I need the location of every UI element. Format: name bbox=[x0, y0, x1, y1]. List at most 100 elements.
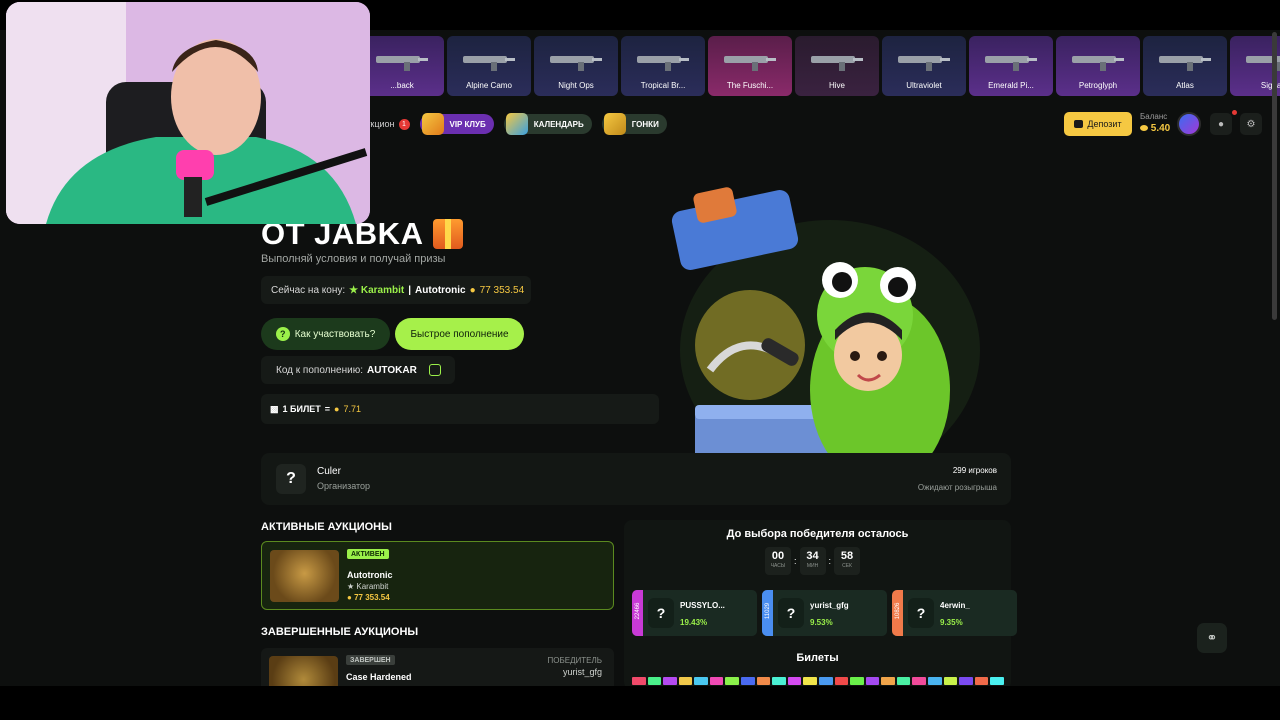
timer-seconds: 58 СЕК bbox=[834, 547, 861, 575]
leader-name: 4erwin_ bbox=[940, 601, 970, 610]
timer-minutes: 34 МИН bbox=[799, 547, 826, 575]
leader-tickets: 22466 bbox=[635, 602, 641, 620]
ticket-cell bbox=[850, 677, 864, 685]
drop-card[interactable]: Atlas bbox=[1143, 36, 1227, 96]
question-icon: ? bbox=[275, 327, 290, 341]
ticket-cell bbox=[663, 677, 677, 685]
balance-value: 5.40 bbox=[1140, 123, 1170, 134]
copy-icon[interactable] bbox=[428, 364, 441, 376]
ticket-cell bbox=[927, 677, 942, 685]
drop-name: Night Ops bbox=[558, 81, 594, 90]
nav-vip-label: VIP КЛУБ bbox=[449, 119, 486, 129]
ticket-cell bbox=[881, 677, 895, 685]
current-prize: Сейчас на кону: ★ Karambit | Autotronic … bbox=[261, 276, 531, 304]
hours-value: 00 bbox=[771, 550, 785, 562]
nav-vip-club[interactable]: VIP КЛУБ bbox=[419, 113, 494, 135]
leader-name: yurist_gfg bbox=[810, 601, 849, 610]
timer-separator: : bbox=[828, 556, 832, 566]
timer-hours: 00 ЧАСЫ bbox=[765, 547, 791, 575]
finished-auctions-title: ЗАВЕРШЕННЫЕ АУКЦИОНЫ bbox=[261, 626, 419, 638]
coin-icon: ● bbox=[347, 593, 352, 602]
finished-auction-card[interactable]: ЗАВЕРШЕН Case Hardened ПОБЕДИТЕЛЬ yurist… bbox=[261, 648, 614, 686]
current-prize-price: 77 353.54 bbox=[479, 284, 525, 296]
ticket-price: ▩ 1 БИЛЕТ = ● 7.71 bbox=[261, 394, 659, 424]
ticket-price-value: 7.71 bbox=[343, 404, 362, 414]
deposit-label: Депозит bbox=[1087, 119, 1122, 129]
drop-name: Emerald Pi... bbox=[988, 81, 1034, 90]
auction-item: ★ Karambit bbox=[347, 582, 389, 591]
draw-status: Ожидают розыгрыша bbox=[917, 483, 997, 492]
nav-calendar[interactable]: КАЛЕНДАРЬ bbox=[503, 113, 592, 135]
drop-name: Alpine Camo bbox=[466, 81, 512, 90]
ticket-cell bbox=[974, 677, 989, 685]
drop-card[interactable]: ...back bbox=[360, 36, 444, 96]
bell-icon[interactable]: ● bbox=[1210, 113, 1232, 135]
drop-card[interactable]: Hive bbox=[795, 36, 879, 96]
live-drop-strip: ...back Alpine Camo Night Ops Tropical Br..… bbox=[360, 36, 1280, 98]
coin-icon: ● bbox=[469, 284, 476, 296]
ticket-cell bbox=[772, 677, 786, 685]
webcam-image bbox=[6, 2, 370, 224]
ticket-cell bbox=[834, 677, 849, 685]
drop-name: The Fuschi... bbox=[726, 81, 774, 90]
calendar-icon bbox=[505, 113, 528, 135]
winner-label: ПОБЕДИТЕЛЬ bbox=[547, 656, 602, 665]
status-badge: ЗАВЕРШЕН bbox=[346, 655, 395, 665]
how-to-participate-button[interactable]: ? Как участвовать? bbox=[261, 318, 390, 350]
current-prize-sep: | bbox=[408, 284, 412, 296]
organizer-name: Culer bbox=[317, 466, 341, 477]
drop-card[interactable]: Emerald Pi... bbox=[969, 36, 1053, 96]
auction-count-badge: 1 bbox=[398, 118, 410, 130]
drop-card[interactable]: Petroglyph bbox=[1056, 36, 1140, 96]
auction-skin: Autotronic bbox=[347, 570, 393, 580]
trophy-icon bbox=[603, 113, 626, 135]
coin-icon bbox=[1140, 125, 1148, 131]
ticket-cell bbox=[943, 677, 958, 685]
drop-card[interactable]: Night Ops bbox=[534, 36, 618, 96]
current-prize-label: Сейчас на кону: bbox=[271, 284, 346, 296]
ticket-icon: ▩ bbox=[270, 403, 279, 414]
drop-name: ...back bbox=[390, 81, 414, 90]
weapon-icon bbox=[898, 56, 950, 71]
weapon-icon bbox=[463, 56, 515, 71]
ticket-cell bbox=[741, 677, 755, 685]
drop-card[interactable]: Ultraviolet bbox=[882, 36, 966, 96]
notification-dot bbox=[1232, 110, 1237, 115]
scrollbar[interactable] bbox=[1272, 32, 1277, 320]
drop-card[interactable]: The Fuschi... bbox=[708, 36, 792, 96]
nav-races[interactable]: ГОНКИ bbox=[601, 113, 667, 135]
drop-name: Ultraviolet bbox=[906, 81, 942, 90]
coin-icon: ● bbox=[334, 404, 340, 414]
hero-illustration bbox=[671, 187, 980, 490]
countdown: 00 ЧАСЫ : 34 МИН : 58 СЕК bbox=[765, 547, 861, 575]
weapon-icon bbox=[637, 56, 689, 71]
leader-card: 10826? 4erwin_ 9.35% bbox=[892, 590, 1017, 636]
drop-card[interactable]: Alpine Camo bbox=[447, 36, 531, 96]
crown-icon bbox=[421, 113, 444, 135]
organizer-role: Организатор bbox=[317, 481, 371, 491]
ticket-cell bbox=[803, 677, 817, 685]
page-subtitle: Выполняй условия и получай призы bbox=[261, 253, 446, 265]
drop-name: Atlas bbox=[1176, 81, 1194, 90]
deposit-button[interactable]: Депозит bbox=[1064, 112, 1132, 136]
minutes-value: 34 bbox=[806, 550, 819, 562]
knife-image bbox=[269, 656, 338, 686]
how-label: Как участвовать? bbox=[294, 328, 376, 340]
ticket-cell bbox=[818, 677, 833, 685]
weapon-icon bbox=[550, 56, 602, 71]
balance-label: Баланс bbox=[1140, 112, 1168, 121]
timer-title: До выбора победителя осталось bbox=[726, 528, 909, 540]
active-auction-card[interactable]: АКТИВЕН Autotronic ★ Karambit ● 77 353.5… bbox=[261, 541, 614, 610]
gear-icon[interactable]: ⚙ bbox=[1240, 113, 1262, 135]
balance: Баланс 5.40 bbox=[1140, 112, 1170, 134]
leader-percent: 19.43% bbox=[680, 618, 708, 627]
ticket-cell bbox=[725, 677, 740, 685]
headset-icon[interactable]: ⚭ bbox=[1197, 623, 1227, 653]
drop-card[interactable]: Tropical Br... bbox=[621, 36, 705, 96]
user-avatar[interactable] bbox=[1177, 112, 1201, 136]
ticket-cell bbox=[912, 677, 926, 685]
ticket-cell bbox=[787, 677, 802, 685]
quick-deposit-button[interactable]: Быстрое пополнение bbox=[395, 318, 524, 350]
auction-price-value: 77 353.54 bbox=[354, 593, 390, 602]
ticket-label: 1 БИЛЕТ bbox=[282, 404, 321, 414]
